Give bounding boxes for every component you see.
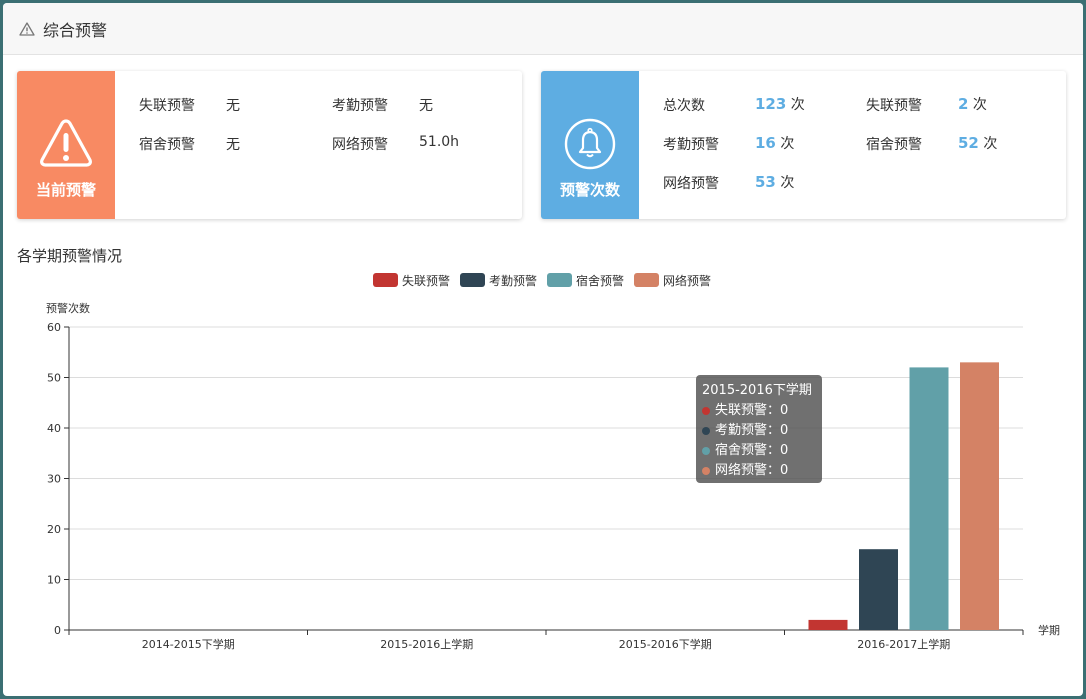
legend-swatch xyxy=(634,273,659,287)
bell-icon xyxy=(564,118,616,170)
count-name-lost: 失联预警 xyxy=(866,98,922,114)
window: 综合预警 当前预警 失联预警 无 考勤预警 无 宿舍预警 无 网络预警 51.0… xyxy=(3,3,1083,696)
y-tick-label: 10 xyxy=(47,574,61,587)
alert-name-dorm: 宿舍预警 xyxy=(139,137,195,153)
x-tick-label: 2016-2017上学期 xyxy=(857,637,950,651)
y-tick-label: 20 xyxy=(47,523,61,536)
y-tick-label: 60 xyxy=(47,321,61,334)
current-alerts-card: 当前预警 失联预警 无 考勤预警 无 宿舍预警 无 网络预警 51.0h xyxy=(17,71,522,219)
legend-swatch xyxy=(547,273,572,287)
x-tick-label: 2014-2015下学期 xyxy=(142,637,235,651)
x-tick-label: 2015-2016下学期 xyxy=(619,637,712,651)
count-name-total: 总次数 xyxy=(663,98,705,114)
tooltip-dot xyxy=(702,407,710,415)
current-alerts-side: 当前预警 xyxy=(17,71,115,219)
count-value-attendance: 16 次 xyxy=(755,134,795,152)
count-value-dorm: 52 次 xyxy=(958,134,998,152)
y-tick-label: 0 xyxy=(54,624,61,637)
alert-name-network: 网络预警 xyxy=(332,137,388,153)
alert-name-attendance: 考勤预警 xyxy=(332,98,388,114)
count-value-total: 123 次 xyxy=(755,95,805,113)
alert-counts-label: 预警次数 xyxy=(559,181,620,199)
legend-label: 考勤预警 xyxy=(489,273,537,288)
x-axis-title: 学期 xyxy=(1038,623,1060,637)
tooltip-row-text: 宿舍预警：0 xyxy=(715,443,789,458)
panel-header: 综合预警 xyxy=(3,3,1083,55)
alert-triangle-icon xyxy=(40,119,92,167)
alert-value-attendance: 无 xyxy=(419,98,433,114)
count-name-dorm: 宿舍预警 xyxy=(866,137,922,153)
legend-swatch xyxy=(373,273,398,287)
tooltip-row: 网络预警：0 xyxy=(702,461,816,481)
y-axis-title: 预警次数 xyxy=(46,301,90,315)
y-tick-label: 30 xyxy=(47,473,61,486)
count-value-network: 53 次 xyxy=(755,173,795,191)
tooltip-row-text: 失联预警：0 xyxy=(715,403,789,418)
count-name-attendance: 考勤预警 xyxy=(663,137,719,153)
bar xyxy=(960,362,999,630)
alert-name-lost: 失联预警 xyxy=(139,98,195,114)
bar xyxy=(808,619,848,630)
bar xyxy=(909,367,949,630)
tooltip-row: 宿舍预警：0 xyxy=(702,441,816,461)
tooltip-row-text: 考勤预警：0 xyxy=(715,423,789,438)
tooltip-row: 考勤预警：0 xyxy=(702,421,816,441)
semester-alert-chart: 失联预警 考勤预警 宿舍预警 网络预警预警次数 0 10 20 30 40 50 60 2014-20… xyxy=(46,273,1060,651)
legend-swatch xyxy=(460,273,485,287)
alert-counts-side: 预警次数 xyxy=(541,71,639,219)
chart-tooltip: 2015-2016下学期 失联预警：0 考勤预警：0 宿舍预警：0 网络预警：0 xyxy=(696,375,822,483)
alert-value-lost: 无 xyxy=(226,98,240,114)
x-tick-label: 2015-2016上学期 xyxy=(380,637,473,651)
count-name-network: 网络预警 xyxy=(663,176,719,192)
current-alerts-label: 当前预警 xyxy=(35,181,96,199)
legend-label: 网络预警 xyxy=(663,273,711,288)
tooltip-title: 2015-2016下学期 xyxy=(702,383,812,398)
panel-title: 综合预警 xyxy=(43,20,108,40)
alert-value-dorm: 无 xyxy=(226,137,240,153)
y-tick-label: 50 xyxy=(47,372,61,385)
tooltip-dot xyxy=(702,467,710,475)
y-tick-label: 40 xyxy=(47,422,61,435)
tooltip-dot xyxy=(702,427,710,435)
legend-label: 宿舍预警 xyxy=(576,273,624,288)
alert-value-network: 51.0h xyxy=(419,134,460,150)
warning-triangle-icon xyxy=(19,21,35,36)
tooltip-row-text: 网络预警：0 xyxy=(715,463,789,478)
tooltip-row: 失联预警：0 xyxy=(702,401,816,421)
alert-counts-card: 预警次数 总次数 123 次 失联预警 2 次 考勤预警 16 次 宿舍预警 5… xyxy=(541,71,1066,219)
legend-label: 失联预警 xyxy=(402,273,450,288)
tooltip-dot xyxy=(702,447,710,455)
count-value-lost: 2 次 xyxy=(958,95,987,113)
bar xyxy=(859,549,898,630)
